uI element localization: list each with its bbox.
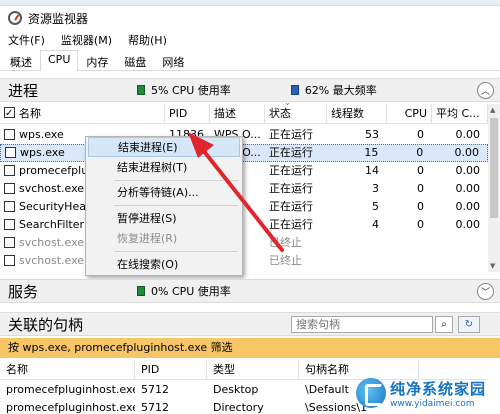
scroll-up-icon[interactable]: ▲ — [490, 106, 495, 114]
select-all-checkbox[interactable] — [4, 104, 15, 124]
menu-separator — [114, 180, 238, 181]
menu-search-online[interactable]: 在线搜索(O) — [88, 255, 240, 275]
row-checkbox[interactable] — [4, 182, 15, 194]
expand-services-button[interactable]: ﹀ — [477, 283, 494, 300]
menu-file[interactable]: 文件(F) — [6, 32, 47, 48]
menu-end-process-tree[interactable]: 结束进程树(T) — [88, 158, 240, 178]
menu-separator — [114, 251, 238, 252]
cpu-usage-text: 5% CPU 使用率 — [151, 84, 231, 97]
max-frequency-meter: 62% 最大频率 — [290, 82, 377, 98]
tab-memory[interactable]: 内存 — [78, 51, 116, 70]
menu-analyze-wait-chain[interactable]: 分析等待链(A)... — [88, 183, 240, 203]
handles-title: 关联的句柄 — [8, 315, 84, 334]
col-avg-cpu[interactable]: 平均 C... — [432, 103, 488, 124]
row-checkbox[interactable] — [4, 200, 15, 212]
services-title: 服务 — [8, 282, 39, 301]
menu-monitor[interactable]: 监视器(M) — [59, 32, 114, 48]
row-checkbox[interactable] — [5, 146, 16, 158]
handles-col-name[interactable]: 名称 — [0, 360, 135, 379]
search-handles-input[interactable]: 搜索句柄 — [291, 316, 433, 333]
process-row[interactable]: wps.exe 11836 WPS O... 正在运行 53 0 0.00 — [0, 126, 488, 144]
col-name[interactable]: 名称 — [0, 103, 165, 124]
watermark-logo-icon — [356, 378, 386, 408]
col-pid[interactable]: PID — [165, 103, 210, 124]
green-indicator-icon — [137, 85, 145, 95]
process-row[interactable]: SecurityHealt 正在运行 5 0 0.00 — [0, 198, 488, 216]
collapse-processes-button[interactable]: ︿ — [477, 82, 494, 99]
search-icon[interactable]: ⌕ — [435, 316, 453, 333]
cpu-usage-meter: 5% CPU 使用率 — [137, 82, 231, 98]
processes-section-header[interactable]: 进程 5% CPU 使用率 62% 最大频率 ︿ — [0, 78, 500, 102]
window-title: 资源监视器 — [28, 11, 89, 26]
watermark-url: www.yidaimei.com — [390, 398, 475, 409]
green-indicator-icon — [137, 286, 145, 296]
menu-resume-process: 恢复进程(R) — [117, 232, 178, 245]
menu-end-process[interactable]: 结束进程(E) — [88, 137, 240, 157]
tab-overview[interactable]: 概述 — [2, 51, 40, 70]
row-checkbox[interactable] — [4, 236, 15, 248]
resource-monitor-icon — [8, 11, 22, 25]
services-section-header[interactable]: 服务 0% CPU 使用率 ﹀ — [0, 279, 500, 303]
col-description[interactable]: 描述 — [210, 103, 265, 124]
max-frequency-text: 62% 最大频率 — [304, 84, 377, 97]
process-row-selected[interactable]: wps.exe WPS O... 正在运行 15 0 0.00 — [0, 144, 488, 162]
services-cpu-meter: 0% CPU 使用率 — [137, 283, 231, 299]
process-list-scrollbar[interactable]: ▲ ▼ — [488, 104, 500, 272]
context-menu: 结束进程(E) 结束进程树(T) 分析等待链(A)... 暂停进程(S) 恢复进… — [85, 136, 243, 276]
menu-help[interactable]: 帮助(H) — [126, 32, 169, 48]
menu-bar: 文件(F) 监视器(M) 帮助(H) — [0, 30, 500, 50]
row-checkbox[interactable] — [4, 254, 15, 266]
title-bar: 资源监视器 — [0, 6, 500, 30]
process-row[interactable]: SearchFilterH 正在运行 4 0 0.00 — [0, 216, 488, 234]
process-row[interactable]: promecefpluginho 正在运行 14 0 0.00 — [0, 162, 488, 180]
handles-col-pid[interactable]: PID — [135, 360, 207, 379]
tab-disk[interactable]: 磁盘 — [116, 51, 154, 70]
col-cpu[interactable]: CPU — [387, 103, 432, 124]
tab-bar: 概述 CPU 内存 磁盘 网络 — [0, 50, 500, 71]
menu-suspend-process[interactable]: 暂停进程(S) — [88, 209, 240, 229]
site-watermark: 纯净系统家园 www.yidaimei.com — [356, 374, 496, 412]
refresh-search-icon[interactable]: ↻ — [458, 316, 480, 333]
handles-filter-bar: 按 wps.exe, promecefpluginhost.exe 筛选 — [0, 338, 500, 358]
process-row[interactable]: svchost.exe ( 正在运行 3 0 0.00 — [0, 180, 488, 198]
process-row-terminated[interactable]: svchost.exe ( 已终止 — [0, 234, 488, 252]
scroll-down-icon[interactable]: ▼ — [490, 262, 495, 270]
process-row-terminated[interactable]: svchost.exe ( 已终止 — [0, 252, 488, 270]
process-column-headers: 名称 PID 描述 状态 线程数 CPU 平均 C... — [0, 103, 488, 124]
tab-cpu[interactable]: CPU — [40, 50, 79, 71]
col-status[interactable]: 状态 — [265, 103, 327, 124]
handles-col-type[interactable]: 类型 — [207, 360, 299, 379]
services-cpu-text: 0% CPU 使用率 — [151, 285, 231, 298]
row-checkbox[interactable] — [4, 164, 15, 176]
processes-title: 进程 — [8, 81, 39, 100]
row-checkbox[interactable] — [4, 128, 15, 140]
menu-separator — [114, 205, 238, 206]
tab-network[interactable]: 网络 — [154, 51, 192, 70]
blue-indicator-icon — [290, 85, 299, 95]
row-checkbox[interactable] — [4, 218, 15, 230]
scrollbar-thumb[interactable] — [490, 118, 498, 218]
watermark-title: 纯净系统家园 — [390, 379, 487, 398]
col-threads[interactable]: 线程数 — [327, 103, 387, 124]
